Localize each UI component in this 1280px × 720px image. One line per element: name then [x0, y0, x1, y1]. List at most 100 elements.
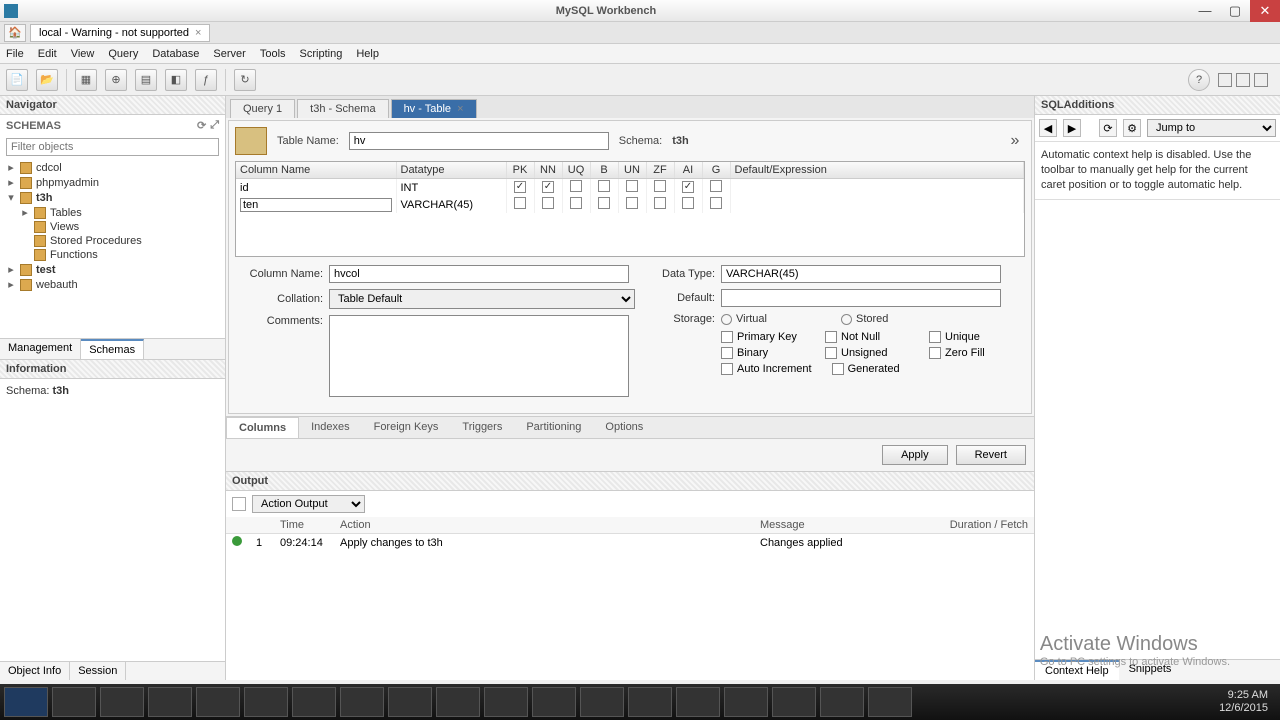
taskbar-item[interactable] — [292, 687, 336, 717]
menu-tools[interactable]: Tools — [260, 48, 286, 60]
taskbar-item[interactable] — [196, 687, 240, 717]
columns-grid[interactable]: Column Name Datatype PK NN UQ B UN ZF AI… — [235, 161, 1025, 257]
not-null-checkbox[interactable]: Not Null — [825, 331, 909, 343]
schemas-tab[interactable]: Schemas — [81, 339, 144, 359]
expand-chevron-icon[interactable]: » — [1005, 131, 1025, 151]
default-input[interactable] — [721, 289, 1001, 307]
taskbar-item[interactable] — [772, 687, 816, 717]
nav-forward-icon[interactable]: ▶ — [1063, 119, 1081, 137]
zero-fill-checkbox[interactable]: Zero Fill — [929, 347, 1013, 359]
collation-select[interactable]: Table Default — [329, 289, 635, 309]
table-name-input[interactable] — [349, 132, 609, 150]
output-type-select[interactable]: Action Output — [252, 495, 365, 513]
unsigned-checkbox[interactable]: Unsigned — [825, 347, 909, 359]
column-row-id[interactable]: idINT — [236, 179, 1024, 197]
taskbar-item[interactable] — [820, 687, 864, 717]
taskbar-item[interactable] — [244, 687, 288, 717]
close-editor-tab-icon[interactable]: × — [457, 103, 463, 115]
tab-columns[interactable]: Columns — [226, 417, 299, 438]
refresh-help-icon[interactable]: ⟳ — [1099, 119, 1117, 137]
taskbar-item[interactable] — [868, 687, 912, 717]
virtual-radio[interactable]: Virtual — [721, 313, 805, 325]
tab-foreign-keys[interactable]: Foreign Keys — [362, 417, 451, 438]
binary-checkbox[interactable]: Binary — [721, 347, 805, 359]
menu-database[interactable]: Database — [152, 48, 199, 60]
taskbar-item[interactable] — [628, 687, 672, 717]
revert-button[interactable]: Revert — [956, 445, 1026, 465]
toggle-output-icon[interactable] — [1236, 73, 1250, 87]
column-name-input[interactable] — [329, 265, 629, 283]
taskbar-item[interactable] — [580, 687, 624, 717]
menu-edit[interactable]: Edit — [38, 48, 57, 60]
tree-functions[interactable]: Functions — [50, 249, 98, 261]
tab-t3h-schema[interactable]: t3h - Schema — [297, 99, 388, 118]
menu-help[interactable]: Help — [356, 48, 379, 60]
minimize-button[interactable]: — — [1190, 0, 1220, 22]
schema-test[interactable]: test — [36, 264, 56, 276]
new-model-icon[interactable]: ▦ — [75, 69, 97, 91]
auto-help-icon[interactable]: ⚙ — [1123, 119, 1141, 137]
output-row[interactable]: 1 09:24:14 Apply changes to t3h Changes … — [226, 534, 1034, 552]
schema-tree[interactable]: ▸cdcol ▸phpmyadmin ▾t3h ▸Tables Views St… — [0, 158, 225, 338]
help-toolbar-icon[interactable]: ? — [1188, 69, 1210, 91]
schema-phpmyadmin[interactable]: phpmyadmin — [36, 177, 99, 189]
taskbar[interactable]: 9:25 AM 12/6/2015 — [0, 684, 1280, 720]
tab-query1[interactable]: Query 1 — [230, 99, 295, 118]
generated-checkbox[interactable]: Generated — [832, 363, 916, 375]
taskbar-item[interactable] — [148, 687, 192, 717]
tab-partitioning[interactable]: Partitioning — [514, 417, 593, 438]
stored-radio[interactable]: Stored — [841, 313, 925, 325]
toggle-sidebar-icon[interactable] — [1218, 73, 1232, 87]
nav-back-icon[interactable]: ◀ — [1039, 119, 1057, 137]
tree-sprocs[interactable]: Stored Procedures — [50, 235, 142, 247]
menu-file[interactable]: File — [6, 48, 24, 60]
taskbar-item[interactable] — [436, 687, 480, 717]
primary-key-checkbox[interactable]: Primary Key — [721, 331, 805, 343]
close-tab-icon[interactable]: × — [195, 27, 201, 39]
tree-views[interactable]: Views — [50, 221, 79, 233]
connection-tab[interactable]: local - Warning - not supported × — [30, 24, 210, 42]
taskbar-item[interactable] — [340, 687, 384, 717]
new-sql-tab-icon[interactable]: 📄 — [6, 69, 28, 91]
tab-options[interactable]: Options — [593, 417, 655, 438]
filter-objects-input[interactable] — [6, 138, 219, 156]
menu-server[interactable]: Server — [213, 48, 245, 60]
taskbar-item[interactable] — [676, 687, 720, 717]
add-schema-icon[interactable]: ⊕ — [105, 69, 127, 91]
session-tab[interactable]: Session — [70, 662, 126, 680]
expand-schemas-icon[interactable]: ⤢ — [210, 119, 219, 132]
toggle-help-icon[interactable] — [1254, 73, 1268, 87]
reconnect-icon[interactable]: ↻ — [234, 69, 256, 91]
taskbar-item[interactable] — [484, 687, 528, 717]
tree-tables[interactable]: Tables — [50, 207, 82, 219]
tab-hv-table[interactable]: hv - Table × — [391, 99, 477, 118]
taskbar-item[interactable] — [52, 687, 96, 717]
taskbar-item[interactable] — [100, 687, 144, 717]
object-info-tab[interactable]: Object Info — [0, 662, 70, 680]
maximize-button[interactable]: ▢ — [1220, 0, 1250, 22]
taskbar-item[interactable] — [532, 687, 576, 717]
taskbar-item[interactable] — [724, 687, 768, 717]
comments-textarea[interactable] — [329, 315, 629, 397]
add-routine-icon[interactable]: ƒ — [195, 69, 217, 91]
tab-indexes[interactable]: Indexes — [299, 417, 362, 438]
home-icon[interactable]: 🏠 — [4, 24, 26, 42]
open-sql-icon[interactable]: 📂 — [36, 69, 58, 91]
close-button[interactable]: ✕ — [1250, 0, 1280, 22]
add-view-icon[interactable]: ◧ — [165, 69, 187, 91]
system-clock[interactable]: 9:25 AM 12/6/2015 — [1219, 689, 1276, 715]
schema-t3h[interactable]: t3h — [36, 192, 53, 204]
schema-cdcol[interactable]: cdcol — [36, 162, 62, 174]
schema-webauth[interactable]: webauth — [36, 279, 78, 291]
auto-increment-checkbox[interactable]: Auto Increment — [721, 363, 812, 375]
unique-checkbox[interactable]: Unique — [929, 331, 1013, 343]
refresh-schemas-icon[interactable]: ⟳ — [197, 119, 206, 132]
menu-query[interactable]: Query — [108, 48, 138, 60]
jump-to-select[interactable]: Jump to — [1147, 119, 1276, 137]
start-button[interactable] — [4, 687, 48, 717]
apply-button[interactable]: Apply — [882, 445, 948, 465]
menu-scripting[interactable]: Scripting — [300, 48, 343, 60]
datatype-input[interactable] — [721, 265, 1001, 283]
tab-triggers[interactable]: Triggers — [450, 417, 514, 438]
add-table-icon[interactable]: ▤ — [135, 69, 157, 91]
